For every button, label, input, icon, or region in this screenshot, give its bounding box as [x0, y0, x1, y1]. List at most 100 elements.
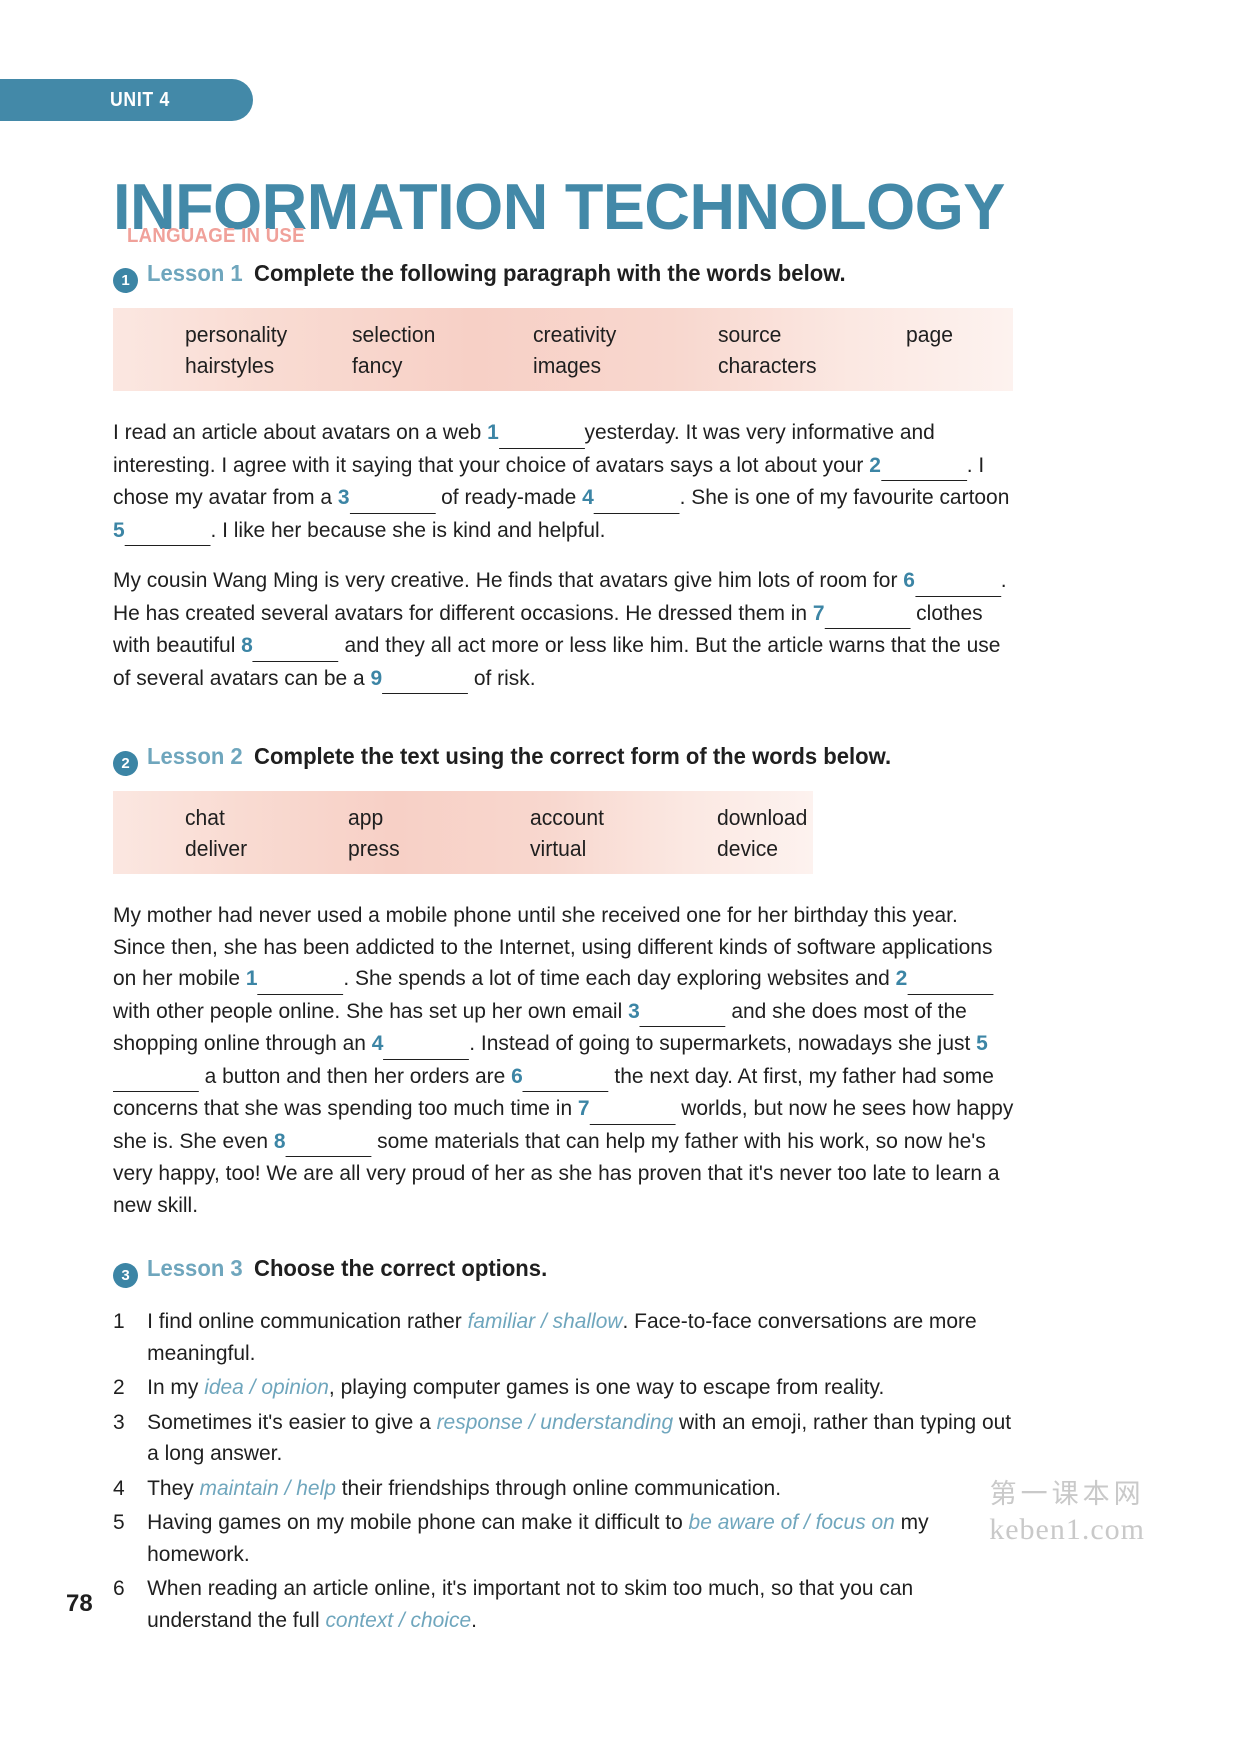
exercise-heading: 1 Lesson 1 Complete the following paragrap… [113, 260, 1013, 293]
question-text: their friendships through online communi… [335, 1475, 782, 1500]
word-bank-item[interactable]: personality [185, 324, 345, 346]
word-bank-item[interactable]: source [718, 324, 898, 346]
question-body: Having games on my mobile phone can make… [147, 1507, 1015, 1570]
exercise-paragraph: I read an article about avatars on a web… [113, 417, 1015, 547]
answer-option-pair[interactable]: response / understanding [437, 1410, 674, 1434]
answer-blank[interactable] [824, 597, 911, 629]
word-bank-item[interactable] [906, 355, 1009, 377]
question-body: Sometimes it's easier to give a response… [147, 1407, 1015, 1470]
paragraph-text: . She is one of my favourite cartoon [679, 485, 1010, 509]
question-body: When reading an article online, it's imp… [147, 1573, 1015, 1636]
answer-blank[interactable] [113, 1060, 199, 1092]
answer-blank[interactable] [252, 629, 339, 662]
answer-blank[interactable] [907, 962, 994, 995]
question-item: 1 I find online communication rather fami… [113, 1306, 1015, 1369]
word-bank-item[interactable]: characters [718, 355, 898, 377]
blank-number: 9 [370, 665, 383, 690]
word-bank-item[interactable]: hairstyles [185, 355, 345, 377]
question-number: 1 [113, 1309, 125, 1333]
word-bank-item[interactable]: account [530, 807, 710, 829]
blank-number: 8 [273, 1128, 286, 1153]
paragraph-text: I read an article about avatars on a web [113, 420, 488, 444]
word-bank-item[interactable]: chat [185, 807, 341, 829]
answer-option-pair[interactable]: maintain / help [200, 1476, 336, 1500]
word-bank-item[interactable]: download [717, 807, 809, 829]
question-number: 4 [113, 1475, 125, 1500]
word-bank-item[interactable]: device [717, 838, 809, 860]
word-bank-item[interactable]: press [348, 838, 523, 860]
paragraph-text: . I like her because she is kind and hel… [210, 517, 606, 542]
question-number: 3 [113, 1409, 125, 1434]
question-text: I find online communication rather [147, 1309, 468, 1333]
question-body: They maintain / help their friendships t… [147, 1473, 1015, 1505]
word-bank: chat app account download deliver press virtu… [113, 791, 813, 874]
word-bank-spacer [113, 807, 182, 829]
paragraph-text: with other people online. She has set up… [113, 998, 629, 1023]
question-text: When reading an article online, it's imp… [147, 1576, 914, 1632]
answer-blank[interactable] [522, 1060, 609, 1092]
blank-number: 4 [371, 1031, 384, 1055]
word-bank-item[interactable]: selection [352, 324, 526, 346]
question-body: In my idea / opinion, playing computer g… [147, 1372, 1015, 1404]
exercise-paragraph: My cousin Wang Ming is very creative. He… [113, 565, 1015, 695]
answer-blank[interactable] [498, 416, 585, 449]
section-label: LANGUAGE IN USE [127, 225, 305, 247]
question-number: 6 [113, 1576, 125, 1600]
answer-blank[interactable] [257, 962, 344, 995]
word-bank-item[interactable]: app [348, 807, 523, 829]
blank-number: 8 [241, 633, 253, 657]
answer-blank[interactable] [880, 449, 967, 481]
blank-number: 2 [869, 452, 881, 477]
question-item: 3 Sometimes it's easier to give a respons… [113, 1407, 1015, 1470]
question-text: They [147, 1475, 200, 1500]
word-bank-spacer [113, 838, 182, 860]
word-bank-row: chat app account download [113, 807, 813, 829]
word-bank-item[interactable]: page [906, 324, 1009, 346]
blank-number: 7 [577, 1096, 590, 1120]
unit-tab-label: UNIT 4 [110, 88, 170, 111]
question-number: 2 [113, 1375, 125, 1399]
blank-number: 3 [337, 485, 350, 509]
paragraph-text: of ready-made [435, 485, 583, 509]
watermark-chinese: 第一课本网 [989, 1479, 1145, 1510]
blank-number: 4 [582, 485, 594, 509]
answer-blank[interactable] [639, 995, 726, 1027]
word-bank-item[interactable]: fancy [352, 355, 526, 377]
watermark-url: keben1.com [989, 1513, 1145, 1546]
question-text: . [471, 1607, 477, 1632]
question-text: , playing computer games is one way to e… [328, 1375, 885, 1399]
textbook-page: UNIT 4 INFORMATION TECHNOLOGY LANGUAGE I… [0, 0, 1241, 1754]
answer-option-pair[interactable]: familiar / shallow [468, 1309, 623, 1333]
answer-blank[interactable] [285, 1125, 372, 1157]
answer-blank[interactable] [124, 514, 211, 546]
answer-option-pair[interactable]: idea / opinion [204, 1375, 329, 1399]
question-text: Sometimes it's easier to give a [147, 1409, 437, 1434]
paragraph-text: a button and then her orders are [198, 1063, 512, 1088]
answer-blank[interactable] [589, 1092, 676, 1125]
blank-number: 7 [812, 600, 825, 625]
answer-blank[interactable] [593, 481, 680, 514]
blank-number: 3 [628, 998, 640, 1023]
word-bank-item[interactable]: deliver [185, 838, 341, 860]
word-bank-item[interactable]: images [533, 355, 711, 377]
paragraph-text: My cousin Wang Ming is very creative. He… [113, 568, 904, 592]
page-number: 78 [66, 1590, 93, 1617]
lesson-label: Lesson 1 [147, 260, 243, 286]
word-bank-item[interactable]: creativity [533, 324, 711, 346]
question-item: 6 When reading an article online, it's im… [113, 1573, 1015, 1636]
exercise-number-badge: 3 [113, 1263, 138, 1288]
exercise-heading: 2 Lesson 2 Complete the text using the cor… [113, 743, 1013, 776]
unit-tab: UNIT 4 [0, 79, 253, 121]
watermark: 第一课本网 keben1.com [989, 1478, 1145, 1548]
answer-blank[interactable] [914, 564, 1001, 597]
answer-blank[interactable] [382, 662, 468, 694]
answer-option-pair[interactable]: be aware of / focus on [689, 1510, 895, 1534]
answer-blank[interactable] [349, 481, 436, 514]
answer-option-pair[interactable]: context / choice [325, 1608, 471, 1632]
answer-blank[interactable] [383, 1027, 470, 1060]
word-bank-row: deliver press virtual device [113, 838, 813, 860]
exercise-container: 1 Lesson 1 Complete the following paragrap… [113, 260, 1013, 1636]
exercise-instruction: Choose the correct options. [253, 1255, 547, 1281]
question-text: Having games on my mobile phone can make… [147, 1510, 689, 1534]
word-bank-item[interactable]: virtual [530, 838, 710, 860]
